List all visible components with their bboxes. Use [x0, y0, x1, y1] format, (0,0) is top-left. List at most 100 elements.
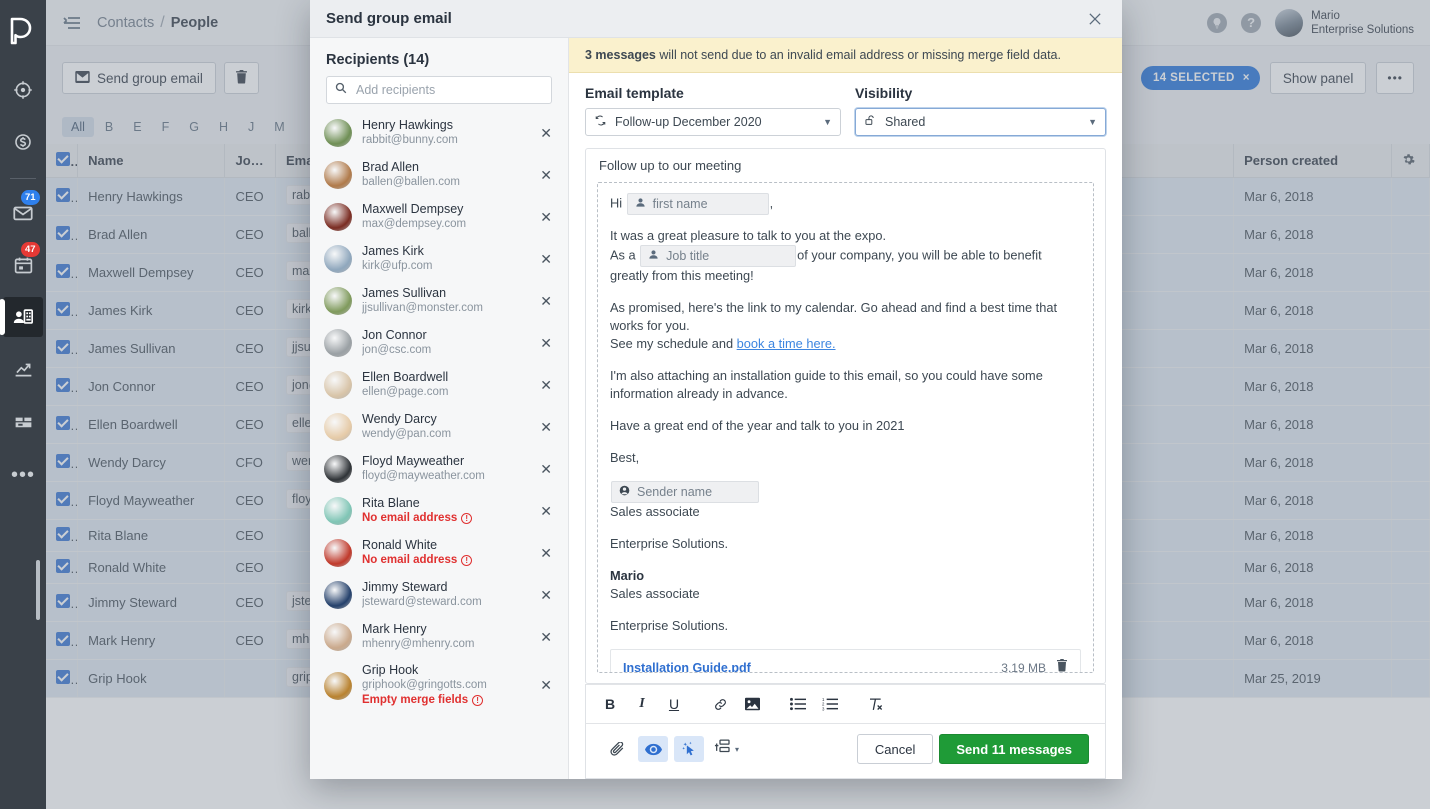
link-icon[interactable]	[706, 691, 734, 717]
avatar	[324, 119, 352, 147]
remove-recipient-icon[interactable]: ✕	[534, 247, 558, 272]
book-a-time-link[interactable]: book a time here.	[737, 336, 836, 351]
remove-recipient-icon[interactable]: ✕	[534, 163, 558, 188]
email-paragraph-1: It was a great pleasure to talk to you a…	[610, 227, 1081, 245]
recipient-row[interactable]: Wendy Darcywendy@pan.com✕	[310, 406, 568, 448]
remove-recipient-icon[interactable]: ✕	[534, 121, 558, 146]
avatar	[324, 497, 352, 525]
recipient-error-text: No email address	[362, 511, 457, 526]
recipient-row[interactable]: Rita BlaneNo email address!✕	[310, 490, 568, 532]
remove-recipient-icon[interactable]: ✕	[534, 673, 558, 698]
recipient-row[interactable]: Brad Allenballen@ballen.com✕	[310, 154, 568, 196]
remove-recipient-icon[interactable]: ✕	[534, 331, 558, 356]
chevron-down-icon: ▼	[1088, 117, 1097, 127]
recipient-name: Mark Henry	[362, 622, 524, 637]
mail-badge: 71	[21, 190, 40, 205]
search-icon	[335, 81, 347, 99]
content-scrollbar-thumb[interactable]	[36, 560, 40, 620]
email-body[interactable]: Hi first name , It was a great pleasure …	[597, 182, 1094, 673]
bulleted-list-icon[interactable]	[784, 691, 812, 717]
remove-recipient-icon[interactable]: ✕	[534, 499, 558, 524]
add-recipients-field[interactable]	[326, 76, 552, 104]
recipient-name: James Kirk	[362, 244, 524, 259]
insert-template-button[interactable]: ▾	[710, 736, 743, 762]
recipient-email: wendy@pan.com	[362, 427, 524, 442]
numbered-list-icon[interactable]: 123	[816, 691, 844, 717]
visibility-value: Shared	[885, 115, 925, 129]
email-template-label: Email template	[585, 85, 841, 101]
recipient-name: Ellen Boardwell	[362, 370, 524, 385]
close-icon[interactable]	[1084, 8, 1106, 30]
cancel-button[interactable]: Cancel	[857, 734, 933, 764]
sidebar-item-more[interactable]: •••	[3, 455, 43, 495]
merge-field-first-name-label: first name	[653, 195, 708, 213]
merge-field-first-name[interactable]: first name	[627, 193, 769, 215]
sidebar-item-products[interactable]	[3, 401, 43, 441]
italic-icon[interactable]: I	[628, 691, 656, 717]
sidebar-item-activities[interactable]: 47	[3, 245, 43, 285]
recipient-email: jon@csc.com	[362, 343, 524, 358]
signature-company-1: Enterprise Solutions.	[610, 535, 1081, 553]
recipient-row[interactable]: Ellen Boardwellellen@page.com✕	[310, 364, 568, 406]
recipient-row[interactable]: Henry Hawkingsrabbit@bunny.com✕	[310, 112, 568, 154]
recipient-row[interactable]: Mark Henrymhenry@mhenry.com ✕	[310, 616, 568, 658]
avatar	[324, 371, 352, 399]
bold-icon[interactable]: B	[596, 691, 624, 717]
underline-icon[interactable]: U	[660, 691, 688, 717]
pipedrive-logo-icon[interactable]	[6, 14, 40, 48]
recipient-email: mhenry@mhenry.com	[362, 637, 524, 652]
greeting-suffix: ,	[770, 195, 774, 210]
recipient-row[interactable]: Grip Hookgriphook@gringotts.comEmpty mer…	[310, 658, 568, 713]
recipient-email: ballen@ballen.com	[362, 175, 524, 190]
sidebar-item-contacts[interactable]	[3, 297, 43, 337]
merge-field-sender-name[interactable]: Sender name	[611, 481, 759, 503]
sidebar-item-deals[interactable]	[3, 70, 43, 110]
account-circle-icon	[619, 483, 630, 501]
eye-icon[interactable]	[638, 736, 668, 762]
sidebar-item-mail[interactable]: 71	[3, 193, 43, 233]
remove-recipient-icon[interactable]: ✕	[534, 541, 558, 566]
visibility-select[interactable]: Shared ▼	[855, 108, 1106, 136]
recipient-row[interactable]: James Sullivanjjsullivan@monster.com✕	[310, 280, 568, 322]
attachment-name[interactable]: Installation Guide.pdf	[623, 659, 751, 674]
remove-recipient-icon[interactable]: ✕	[534, 415, 558, 440]
recipient-row[interactable]: Ronald WhiteNo email address!✕	[310, 532, 568, 574]
remove-recipient-icon[interactable]: ✕	[534, 625, 558, 650]
search-input[interactable]	[354, 82, 543, 98]
recipient-name: James Sullivan	[362, 286, 524, 301]
recipient-row[interactable]: Maxwell Dempseymax@dempsey.com✕	[310, 196, 568, 238]
recipient-row[interactable]: Jimmy Stewardjsteward@steward.com✕	[310, 574, 568, 616]
email-paragraph-3: As promised, here's the link to my calen…	[610, 299, 1081, 353]
recipient-row[interactable]: Jon Connorjon@csc.com ✕	[310, 322, 568, 364]
clear-format-icon[interactable]	[862, 691, 890, 717]
email-subject[interactable]: Follow up to our meeting	[586, 149, 1105, 182]
person-icon	[648, 247, 659, 265]
remove-recipient-icon[interactable]: ✕	[534, 373, 558, 398]
sidebar-item-insights[interactable]	[3, 349, 43, 389]
merge-field-job-title[interactable]: Job title	[640, 245, 796, 267]
attachment-row[interactable]: Installation Guide.pdf 3.19 MB	[610, 649, 1081, 673]
signature-name: Mario	[610, 568, 644, 583]
trash-icon[interactable]	[1056, 658, 1068, 673]
left-nav-rail: 71 47	[0, 0, 46, 809]
warning-icon: !	[461, 513, 472, 524]
remove-recipient-icon[interactable]: ✕	[534, 583, 558, 608]
recipients-list[interactable]: Henry Hawkingsrabbit@bunny.com✕Brad Alle…	[310, 110, 568, 779]
remove-recipient-icon[interactable]: ✕	[534, 457, 558, 482]
visibility-label: Visibility	[855, 85, 1106, 101]
recipient-name: Jon Connor	[362, 328, 524, 343]
merge-field-cursor-icon[interactable]	[674, 736, 704, 762]
sidebar-item-revenue[interactable]	[3, 122, 43, 162]
recipient-row[interactable]: Floyd Mayweatherfloyd@mayweather.com✕	[310, 448, 568, 490]
image-icon[interactable]	[738, 691, 766, 717]
email-template-select[interactable]: Follow-up December 2020 ▼	[585, 108, 841, 136]
insert-template-icon	[714, 739, 730, 759]
chevron-down-icon: ▾	[735, 745, 739, 754]
remove-recipient-icon[interactable]: ✕	[534, 289, 558, 314]
send-messages-button[interactable]: Send 11 messages	[939, 734, 1089, 764]
recipient-row[interactable]: James Kirkkirk@ufp.com✕	[310, 238, 568, 280]
avatar	[324, 329, 352, 357]
remove-recipient-icon[interactable]: ✕	[534, 205, 558, 230]
modal-title: Send group email	[326, 10, 452, 27]
paperclip-icon[interactable]	[602, 736, 632, 762]
